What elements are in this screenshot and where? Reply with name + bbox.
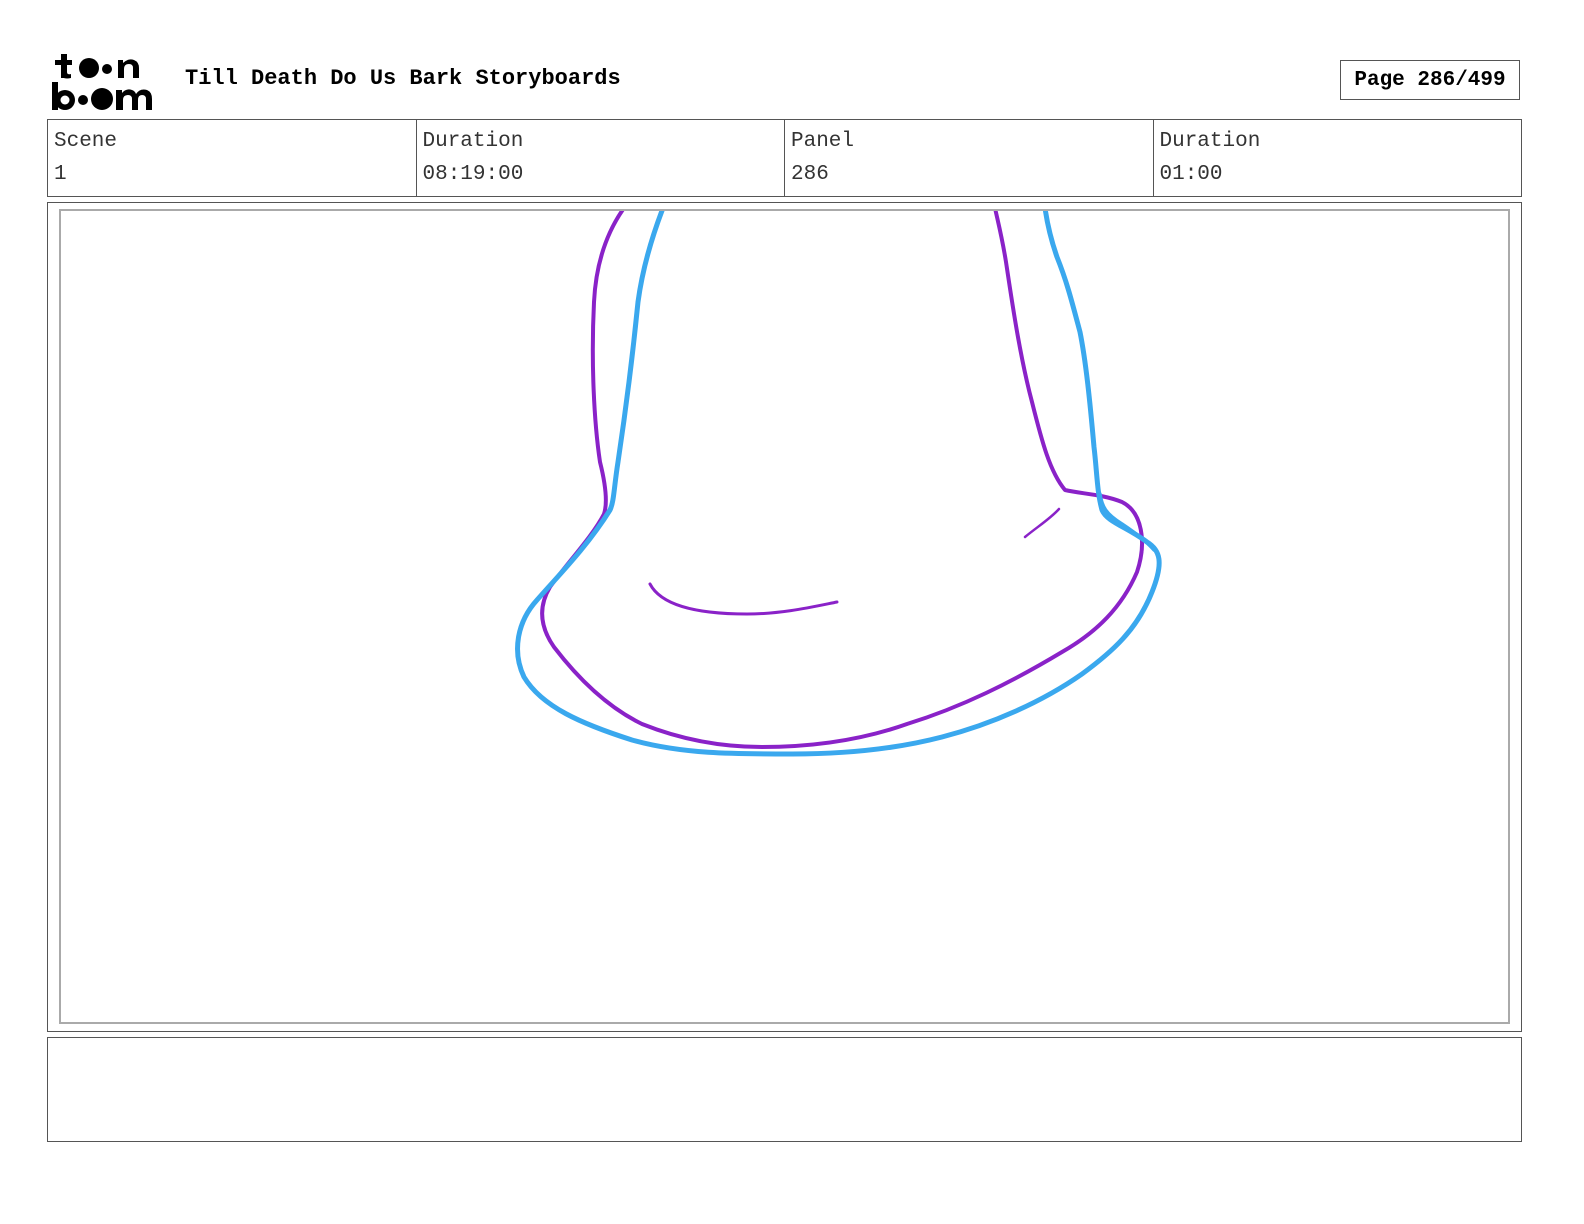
panel-frame	[59, 209, 1510, 1024]
scene-value: 1	[54, 163, 67, 186]
toonboom-logo-icon	[52, 54, 152, 110]
scene-duration-value: 08:19:00	[422, 163, 524, 186]
panel-notes-box	[47, 1037, 1522, 1142]
panel-duration-value: 01:00	[1159, 163, 1223, 186]
scene-duration-cell: Duration 08:19:00	[417, 120, 785, 196]
panel-cell: Panel 286	[785, 120, 1154, 196]
scene-duration-label: Duration	[422, 130, 524, 153]
panel-label: Panel	[791, 130, 855, 153]
panel-duration-cell: Duration 01:00	[1154, 120, 1522, 196]
panel-info-table: Scene 1 Duration 08:19:00 Panel 286 Dura…	[47, 119, 1522, 197]
panel-value: 286	[791, 163, 829, 186]
page-indicator: Page 286/499	[1340, 60, 1520, 100]
rough-sketch-stroke	[540, 211, 1144, 749]
rough-sketch-stroke	[1023, 507, 1061, 539]
clean-sketch-stroke	[515, 211, 1162, 757]
scene-label: Scene	[54, 130, 118, 153]
clean-sketch-stroke	[1098, 492, 1156, 552]
rough-sketch-stroke	[648, 582, 839, 616]
panel-duration-label: Duration	[1159, 130, 1261, 153]
panel-sketch	[515, 211, 1162, 757]
document-title: Till Death Do Us Bark Storyboards	[185, 66, 621, 91]
scene-cell: Scene 1	[48, 120, 417, 196]
